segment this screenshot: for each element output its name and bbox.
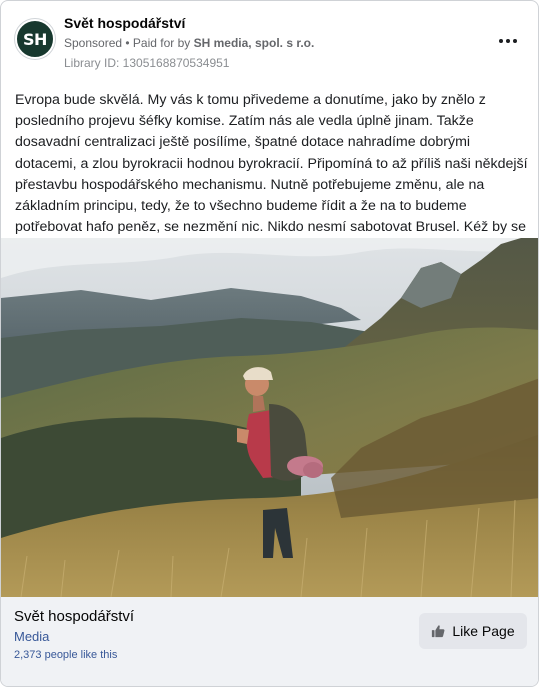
post-image[interactable]	[1, 238, 538, 597]
footer-page-name[interactable]: Svět hospodářství	[14, 608, 134, 625]
thumbs-up-icon	[432, 625, 445, 638]
like-page-label: Like Page	[452, 623, 515, 639]
like-page-button[interactable]: Like Page	[419, 613, 527, 649]
library-id: Library ID: 1305168870534951	[64, 56, 230, 70]
page-name-link[interactable]: Svět hospodářství	[64, 15, 185, 31]
ad-footer: Svět hospodářství Media 2,373 people lik…	[1, 597, 538, 686]
sponsored-label: Sponsored	[64, 36, 123, 50]
sponsor-info: Sponsored • Paid for by SH media, spol. …	[64, 36, 314, 50]
more-options-button[interactable]	[494, 31, 522, 51]
post-body-text: Evropa bude skvělá. My vás k tomu přived…	[15, 92, 528, 256]
sponsored-post-card: SH Svět hospodářství Sponsored • Paid fo…	[0, 0, 539, 687]
avatar-initials: SH	[23, 29, 47, 49]
page-avatar[interactable]: SH	[15, 19, 55, 59]
page-likes-count[interactable]: 2,373 people like this	[14, 649, 117, 661]
post-header: SH Svět hospodářství Sponsored • Paid fo…	[13, 11, 526, 73]
separator-dot: •	[122, 36, 133, 50]
more-horizontal-icon	[499, 39, 517, 43]
paid-for-by-name: SH media, spol. s r.o.	[193, 36, 315, 50]
page-category[interactable]: Media	[14, 629, 49, 644]
paid-for-prefix: Paid for by	[132, 36, 194, 50]
